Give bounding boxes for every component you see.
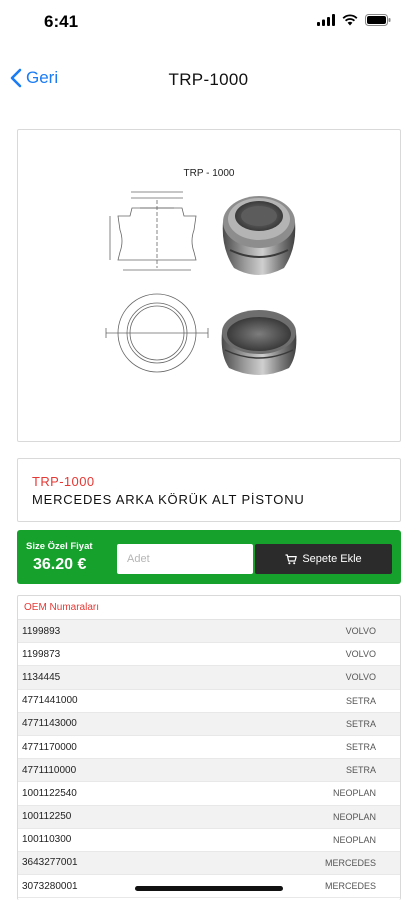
price-label: Size Özel Fiyat: [26, 541, 93, 552]
oem-number: 4771110000: [22, 764, 77, 776]
oem-brand: SETRA: [345, 742, 376, 753]
signal-icon: [317, 14, 335, 26]
navigation-bar: Geri TRP-1000: [0, 60, 417, 100]
page-title: TRP-1000: [168, 70, 249, 89]
oem-row: 1001122540 NEOPLAN: [18, 782, 400, 806]
quantity-input[interactable]: [117, 544, 253, 574]
oem-brand: MERCEDES: [324, 857, 376, 868]
product-image-card[interactable]: TRP - 1000: [17, 129, 401, 442]
oem-number: 4771143000: [22, 718, 77, 730]
price-bar: Size Özel Fiyat 36.20 € Sepete Ekle: [17, 530, 401, 584]
oem-brand: VOLVO: [345, 672, 376, 683]
product-name: MERCEDES ARKA KÖRÜK ALT PİSTONU: [32, 492, 305, 507]
oem-row: 1199873 VOLVO: [18, 643, 400, 667]
oem-number: 4771170000: [22, 741, 77, 753]
oem-brand: MERCEDES: [324, 881, 376, 892]
oem-row: 4771143000 SETRA: [18, 712, 400, 736]
oem-number: 3643277001: [22, 857, 78, 869]
wifi-icon: [342, 14, 358, 26]
oem-number: 100110300: [22, 834, 72, 846]
add-to-cart-label: Sepete Ekle: [302, 553, 362, 565]
oem-number: 1001122540: [22, 787, 77, 799]
oem-number: 100112250: [22, 811, 72, 823]
oem-brand: SETRA: [345, 718, 376, 729]
oem-row: 100110300 NEOPLAN: [18, 829, 400, 852]
oem-number: 1199893: [22, 625, 61, 637]
product-info-card: TRP-1000 MERCEDES ARKA KÖRÜK ALT PİSTONU: [17, 458, 401, 522]
oem-row: 100112250 NEOPLAN: [18, 805, 400, 829]
price-value: 36.20 €: [33, 556, 87, 573]
render-3d-bottom: [221, 310, 297, 375]
oem-row: 1199893 VOLVO: [18, 620, 400, 644]
render-3d-top: [222, 196, 296, 275]
oem-row: 4771170000 SETRA: [18, 736, 400, 760]
oem-number: 1199873: [22, 648, 61, 660]
top-view-drawing: [105, 293, 209, 373]
oem-brand: NEOPLAN: [332, 788, 376, 799]
battery-icon: [365, 14, 391, 26]
oem-brand: SETRA: [345, 695, 376, 706]
oem-numbers-card: OEM Numaraları 1199893 VOLVO 1199873 VOLVO 1…: [17, 595, 401, 900]
product-code: TRP-1000: [32, 474, 95, 489]
oem-number: 4771441000: [22, 695, 78, 707]
oem-list: 1199893 VOLVO 1199873 VOLVO 1134445 VOLVO 4771…: [18, 620, 400, 899]
oem-number: 1134445: [22, 671, 61, 683]
oem-number: 3073280001: [22, 880, 78, 892]
oem-brand: VOLVO: [345, 626, 376, 637]
oem-brand: VOLVO: [345, 649, 376, 660]
oem-row: 3643277001 MERCEDES: [18, 851, 400, 876]
add-to-cart-button[interactable]: Sepete Ekle: [255, 544, 392, 574]
oem-brand: NEOPLAN: [332, 834, 376, 845]
status-icons: [317, 14, 391, 26]
oem-row: 1134445 VOLVO: [18, 666, 400, 690]
cart-icon: [285, 553, 298, 564]
oem-row: 4771441000 SETRA: [18, 690, 400, 713]
oem-brand: SETRA: [345, 765, 376, 776]
home-indicator[interactable]: [135, 886, 283, 891]
status-time: 6:41: [44, 12, 79, 31]
oem-header: OEM Numaraları: [18, 596, 400, 620]
oem-row: 4771110000 SETRA: [18, 759, 400, 783]
status-bar: 6:41: [0, 0, 417, 46]
oem-brand: NEOPLAN: [332, 811, 376, 822]
technical-drawing: [105, 191, 297, 375]
side-view-drawing: [109, 191, 197, 271]
